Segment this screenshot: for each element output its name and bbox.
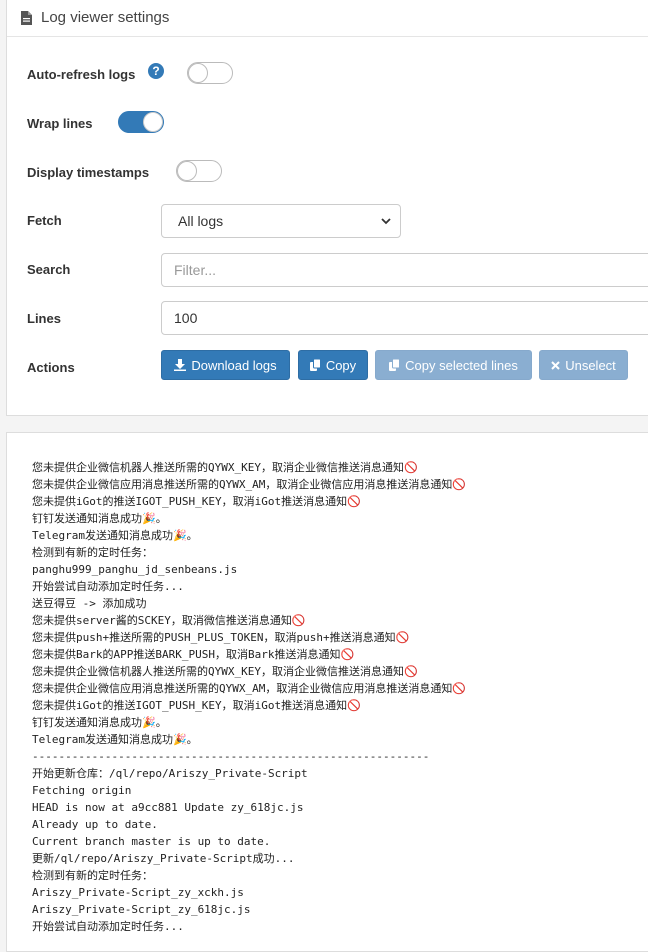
log-line[interactable]: Telegram发送通知消息成功🎉。 — [32, 527, 466, 544]
log-line[interactable]: Ariszy_Private-Script_zy_xckh.js — [32, 884, 466, 901]
log-line[interactable]: 您未提供企业微信应用消息推送所需的QYWX_AM，取消企业微信应用消息推送消息通… — [32, 680, 466, 697]
download-logs-button[interactable]: Download logs — [161, 350, 290, 380]
copy-selected-lines-label: Copy selected lines — [405, 357, 518, 373]
copy-selected-lines-button[interactable]: Copy selected lines — [375, 350, 532, 380]
log-line[interactable]: 开始尝试自动添加定时任务... — [32, 578, 466, 595]
unselect-label: Unselect — [565, 357, 616, 373]
panel-title: Log viewer settings — [41, 9, 170, 26]
display-timestamps-label: Display timestamps — [27, 165, 150, 180]
log-line[interactable]: Already up to date. — [32, 816, 466, 833]
toggle-knob — [143, 112, 163, 132]
log-lines: 您未提供企业微信机器人推送所需的QYWX_KEY，取消企业微信推送消息通知🚫 您未… — [32, 459, 466, 935]
settings-panel: Log viewer settings Auto-refresh logs ? … — [6, 0, 648, 416]
log-line[interactable]: 检测到有新的定时任务： — [32, 867, 466, 884]
log-output-panel: 您未提供企业微信机器人推送所需的QYWX_KEY，取消企业微信推送消息通知🚫 您未… — [6, 432, 648, 952]
log-line[interactable]: 开始更新仓库：/ql/repo/Ariszy_Private-Script — [32, 765, 466, 782]
fetch-label: Fetch — [27, 213, 62, 228]
toggle-knob — [177, 161, 197, 181]
log-line[interactable]: panghu999_panghu_jd_senbeans.js — [32, 561, 466, 578]
unselect-button[interactable]: Unselect — [539, 350, 628, 380]
log-line[interactable]: 您未提供push+推送所需的PUSH_PLUS_TOKEN，取消push+推送消… — [32, 629, 466, 646]
chevron-down-icon — [381, 218, 391, 225]
download-icon — [174, 359, 187, 371]
log-line[interactable]: Telegram发送通知消息成功🎉。 — [32, 731, 466, 748]
log-line[interactable]: Fetching origin — [32, 782, 466, 799]
copy-label: Copy — [325, 357, 357, 373]
log-line[interactable]: 您未提供企业微信机器人推送所需的QYWX_KEY，取消企业微信推送消息通知🚫 — [32, 663, 466, 680]
log-line[interactable]: 钉钉发送通知消息成功🎉。 — [32, 714, 466, 731]
log-line[interactable]: ----------------------------------------… — [32, 748, 466, 765]
log-line[interactable]: Ariszy_Private-Script_zy_618jc.js — [32, 901, 466, 918]
toggle-knob — [188, 63, 208, 83]
file-icon — [21, 10, 32, 25]
search-label: Search — [27, 262, 71, 277]
log-line[interactable]: 您未提供iGot的推送IGOT_PUSH_KEY，取消iGot推送消息通知🚫 — [32, 493, 466, 510]
wrap-lines-toggle[interactable] — [118, 111, 164, 133]
log-line[interactable]: 您未提供iGot的推送IGOT_PUSH_KEY，取消iGot推送消息通知🚫 — [32, 697, 466, 714]
log-line[interactable]: 钉钉发送通知消息成功🎉。 — [32, 510, 466, 527]
log-line[interactable]: Current branch master is up to date. — [32, 833, 466, 850]
auto-refresh-toggle[interactable] — [187, 62, 233, 84]
copy-icon — [309, 359, 321, 371]
log-line[interactable]: 您未提供企业微信机器人推送所需的QYWX_KEY，取消企业微信推送消息通知🚫 — [32, 459, 466, 476]
search-input[interactable]: Filter... — [161, 253, 648, 287]
log-line[interactable]: 您未提供Bark的APP推送BARK_PUSH，取消Bark推送消息通知🚫 — [32, 646, 466, 663]
panel-header: Log viewer settings — [7, 0, 648, 37]
download-logs-label: Download logs — [191, 357, 277, 373]
actions-label: Actions — [27, 360, 75, 375]
copy-button[interactable]: Copy — [298, 350, 368, 380]
help-icon[interactable]: ? — [148, 63, 164, 79]
display-timestamps-toggle[interactable] — [176, 160, 222, 182]
close-icon — [551, 360, 560, 370]
log-line[interactable]: 送豆得豆 -> 添加成功 — [32, 595, 466, 612]
log-line[interactable]: 您未提供企业微信应用消息推送所需的QYWX_AM，取消企业微信应用消息推送消息通… — [32, 476, 466, 493]
log-line[interactable]: HEAD is now at a9cc881 Update zy_618jc.j… — [32, 799, 466, 816]
log-line[interactable]: 更新/ql/repo/Ariszy_Private-Script成功... — [32, 850, 466, 867]
copy-icon — [389, 359, 401, 371]
fetch-selected-value: All logs — [178, 213, 224, 229]
auto-refresh-label: Auto-refresh logs — [27, 67, 136, 82]
wrap-lines-label: Wrap lines — [27, 116, 93, 131]
lines-value: 100 — [174, 310, 198, 326]
lines-input[interactable]: 100 — [161, 301, 648, 335]
log-line[interactable]: 开始尝试自动添加定时任务... — [32, 918, 466, 935]
fetch-select[interactable]: All logs — [161, 204, 401, 238]
log-line[interactable]: 您未提供server酱的SCKEY，取消微信推送消息通知🚫 — [32, 612, 466, 629]
search-placeholder: Filter... — [174, 262, 217, 278]
lines-label: Lines — [27, 311, 61, 326]
log-line[interactable]: 检测到有新的定时任务： — [32, 544, 466, 561]
